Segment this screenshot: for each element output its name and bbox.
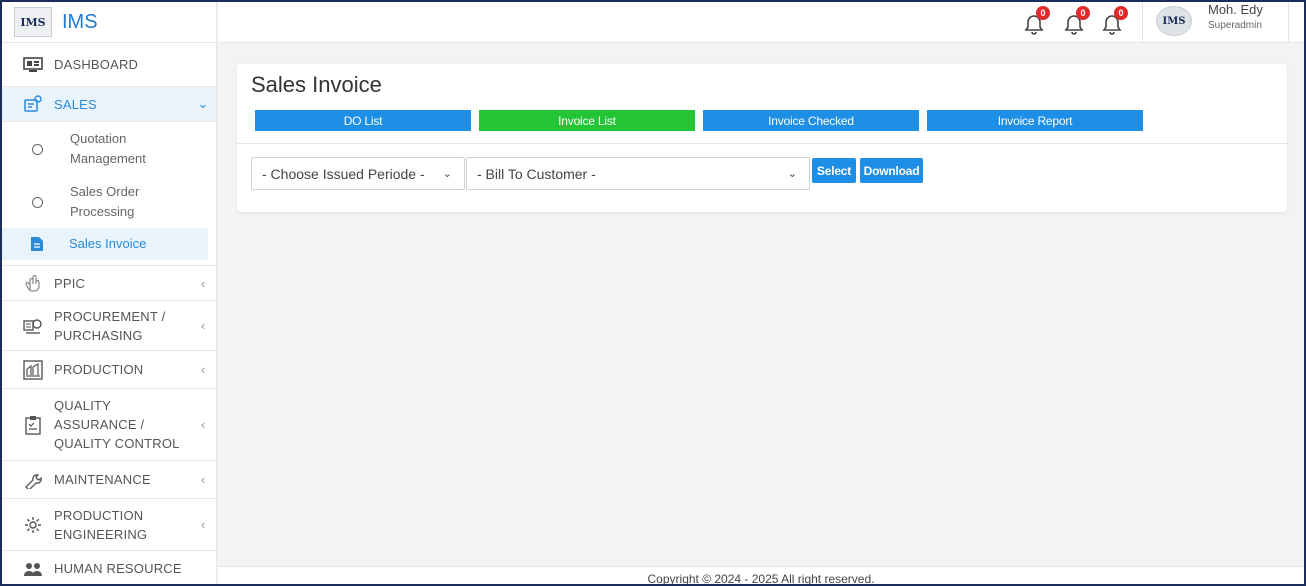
divider <box>1288 2 1289 43</box>
avatar[interactable]: IMS <box>1156 6 1192 36</box>
chevron-down-icon: ⌄ <box>197 96 209 111</box>
download-button[interactable]: Download <box>860 158 923 183</box>
select-button[interactable]: Select <box>812 158 856 183</box>
monitor-icon <box>22 54 44 76</box>
sidebar: IMS IMS DASHBOARD SALES ⌄ Quotation Mana… <box>2 2 217 584</box>
chevron-left-icon: ‹ <box>200 472 206 487</box>
hand-icon <box>22 272 44 294</box>
circle-icon <box>32 196 43 208</box>
bill-to-customer-select[interactable]: - Bill To Customer - ⌄ <box>466 157 810 190</box>
wrench-icon <box>22 469 44 491</box>
chevron-left-icon: ‹ <box>200 318 206 333</box>
sidebar-item-label: PROCUREMENT / PURCHASING <box>54 308 166 343</box>
sidebar-item-label: PPIC <box>54 275 86 291</box>
tab-invoice-list[interactable]: Invoice List <box>479 110 695 131</box>
sidebar-item-label: PRODUCTION ENGINEERING <box>54 507 148 542</box>
sidebar-item-label: HUMAN RESOURCE <box>54 561 182 576</box>
notification-bell-2[interactable]: 0 <box>1064 6 1090 35</box>
sidebar-item-dashboard[interactable]: DASHBOARD <box>2 43 216 87</box>
page-title: Sales Invoice <box>251 72 382 97</box>
sidebar-item-label: DASHBOARD <box>54 57 139 72</box>
sales-icon <box>22 93 44 115</box>
notification-badge: 0 <box>1114 6 1128 20</box>
sales-invoice-card: Sales Invoice DO List Invoice List Invoi… <box>237 64 1287 212</box>
people-icon <box>22 558 44 580</box>
chevron-down-icon: ⌄ <box>442 168 452 180</box>
user-role: Superadmin <box>1208 20 1262 31</box>
notification-bell-3[interactable]: 0 <box>1102 6 1128 35</box>
clipboard-icon <box>22 414 44 436</box>
brand[interactable]: IMS IMS <box>2 2 216 43</box>
chevron-down-icon: ⌄ <box>787 168 797 180</box>
tab-do-list[interactable]: DO List <box>255 110 471 131</box>
chevron-left-icon: ‹ <box>200 275 206 291</box>
notification-badge: 0 <box>1076 6 1090 20</box>
sidebar-item-human-resource[interactable]: HUMAN RESOURCE <box>2 551 216 584</box>
sidebar-item-label: SALES <box>54 96 97 112</box>
sidebar-subitem-sales-invoice[interactable]: Sales Invoice <box>2 228 208 260</box>
sidebar-item-procurement[interactable]: PROCUREMENT / PURCHASING ‹ <box>2 301 216 351</box>
tab-invoice-checked[interactable]: Invoice Checked <box>703 110 919 131</box>
issued-period-select[interactable]: - Choose Issued Periode - ⌄ <box>251 157 465 190</box>
sidebar-item-label: MAINTENANCE <box>54 472 151 487</box>
sidebar-item-quality[interactable]: QUALITY ASSURANCE / QUALITY CONTROL ‹ <box>2 389 216 461</box>
sidebar-subitem-label: Sales Invoice <box>69 236 147 251</box>
sidebar-item-ppic[interactable]: PPIC ‹ <box>2 266 216 301</box>
sidebar-subitem-label: Sales Order Processing <box>70 184 140 219</box>
user-name[interactable]: Moh. Edy <box>1208 2 1263 17</box>
document-icon <box>30 236 44 252</box>
sidebar-item-label: PRODUCTION <box>54 362 144 377</box>
brand-logo: IMS <box>14 7 52 37</box>
production-icon <box>22 359 44 381</box>
divider <box>237 143 1287 144</box>
topbar: 0 0 0 IMS Moh. Edy Superadmin <box>218 2 1304 43</box>
sidebar-subitem-quotation-management[interactable]: Quotation Management <box>2 122 216 176</box>
brand-name: IMS <box>62 10 98 33</box>
divider <box>1142 2 1143 43</box>
chevron-left-icon: ‹ <box>200 517 206 532</box>
bill-to-customer-value: - Bill To Customer - <box>477 165 596 182</box>
copyright-text: Copyright © 2024 - 2025 All right reserv… <box>647 572 875 584</box>
gear-icon <box>22 514 44 536</box>
circle-icon <box>32 143 43 155</box>
footer: Copyright © 2024 - 2025 All right reserv… <box>218 566 1304 584</box>
sidebar-item-sales[interactable]: SALES ⌄ <box>2 87 216 122</box>
tab-invoice-report[interactable]: Invoice Report <box>927 110 1143 131</box>
issued-period-value: - Choose Issued Periode - <box>262 165 425 182</box>
chevron-left-icon: ‹ <box>200 417 206 432</box>
notification-bell-1[interactable]: 0 <box>1024 6 1050 35</box>
sidebar-subitem-sales-order-processing[interactable]: Sales Order Processing <box>2 176 216 228</box>
sidebar-subitem-label: Quotation Management <box>70 131 146 166</box>
chevron-left-icon: ‹ <box>200 362 206 377</box>
sidebar-item-maintenance[interactable]: MAINTENANCE ‹ <box>2 461 216 499</box>
procurement-icon <box>22 315 44 337</box>
sidebar-item-production-engineering[interactable]: PRODUCTION ENGINEERING ‹ <box>2 499 216 551</box>
sidebar-item-label: QUALITY ASSURANCE / QUALITY CONTROL <box>54 398 180 451</box>
sidebar-item-production[interactable]: PRODUCTION ‹ <box>2 351 216 389</box>
notification-badge: 0 <box>1036 6 1050 20</box>
